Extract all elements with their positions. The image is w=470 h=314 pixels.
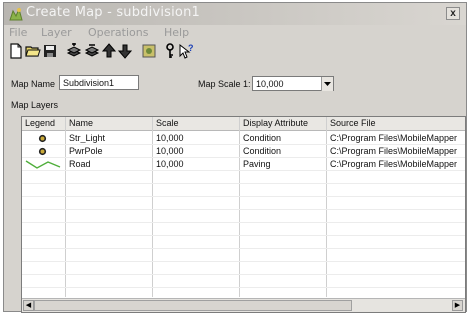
save-icon[interactable] [43,43,59,59]
map-scale-select[interactable]: 10,000 [252,76,334,91]
layer-display-attribute: Condition [243,133,282,143]
horizontal-scrollbar[interactable]: ◀ ▶ [22,298,465,312]
scroll-thumb[interactable] [34,300,352,311]
scroll-right-icon[interactable]: ▶ [452,300,463,311]
row-divider [22,222,465,223]
new-file-icon[interactable] [9,43,25,59]
app-icon [8,6,24,22]
column-header-source-file[interactable]: Source File [330,118,376,128]
row-divider [22,235,465,236]
row-divider [22,261,465,262]
menu-operations[interactable]: Operations [88,26,148,39]
layer-name: Road [69,159,91,169]
layer-scale: 10,000 [156,133,184,143]
line-symbol-icon [24,158,62,172]
row-divider [22,209,465,210]
map-name-input[interactable]: Subdivision1 [59,75,139,90]
title-bar[interactable]: Create Map - subdivision1 x [4,3,466,25]
menu-layer[interactable]: Layer [41,26,72,39]
layer-display-attribute: Paving [243,159,271,169]
layer-name: PwrPole [69,146,103,156]
add-layer-icon[interactable] [66,43,82,59]
layer-source-file: C:\Program Files\MobileMapper [330,133,458,143]
toolbar: ? [4,41,466,61]
layer-name: Str_Light [69,133,106,143]
layer-source-file: C:\Program Files\MobileMapper [330,159,458,169]
window-title: Create Map - subdivision1 [26,5,200,20]
row-divider [22,196,465,197]
layer-display-attribute: Condition [243,146,282,156]
help-icon[interactable]: ? [178,43,194,59]
create-map-window: Create Map - subdivision1 x File Layer O… [3,2,467,313]
row-divider [22,157,465,158]
row-divider [22,274,465,275]
map-layers-label: Map Layers [11,100,59,110]
row-divider [22,170,465,171]
menu-help[interactable]: Help [164,26,189,39]
layer-scale: 10,000 [156,159,184,169]
map-name-value: Subdivision1 [63,78,115,88]
row-divider [22,248,465,249]
map-name-label: Map Name [11,79,56,89]
svg-text:?: ? [188,43,194,53]
layer-scale: 10,000 [156,146,184,156]
point-symbol-icon [38,147,47,158]
move-down-icon[interactable] [118,43,134,59]
column-header-display-attribute[interactable]: Display Attribute [243,118,308,128]
map-scale-value: 10,000 [256,79,284,89]
table-header: Legend Name Scale Display Attribute Sour… [22,117,465,131]
row-divider [22,183,465,184]
chevron-down-icon[interactable] [321,77,333,91]
map-scale-label: Map Scale 1: [198,79,251,89]
column-header-legend[interactable]: Legend [25,118,55,128]
row-divider [22,287,465,288]
column-header-scale[interactable]: Scale [156,118,179,128]
scroll-left-icon[interactable]: ◀ [23,300,34,311]
row-divider [22,144,465,145]
menu-file[interactable]: File [9,26,27,39]
properties-icon[interactable] [141,43,157,59]
remove-layer-icon[interactable] [84,43,100,59]
close-button[interactable]: x [446,7,460,20]
menu-bar: File Layer Operations Help [4,25,466,40]
map-layers-table: Legend Name Scale Display Attribute Sour… [21,116,466,313]
column-header-name[interactable]: Name [69,118,93,128]
point-symbol-icon [38,134,47,145]
open-folder-icon[interactable] [25,43,41,59]
move-up-icon[interactable] [102,43,118,59]
layer-source-file: C:\Program Files\MobileMapper [330,146,458,156]
